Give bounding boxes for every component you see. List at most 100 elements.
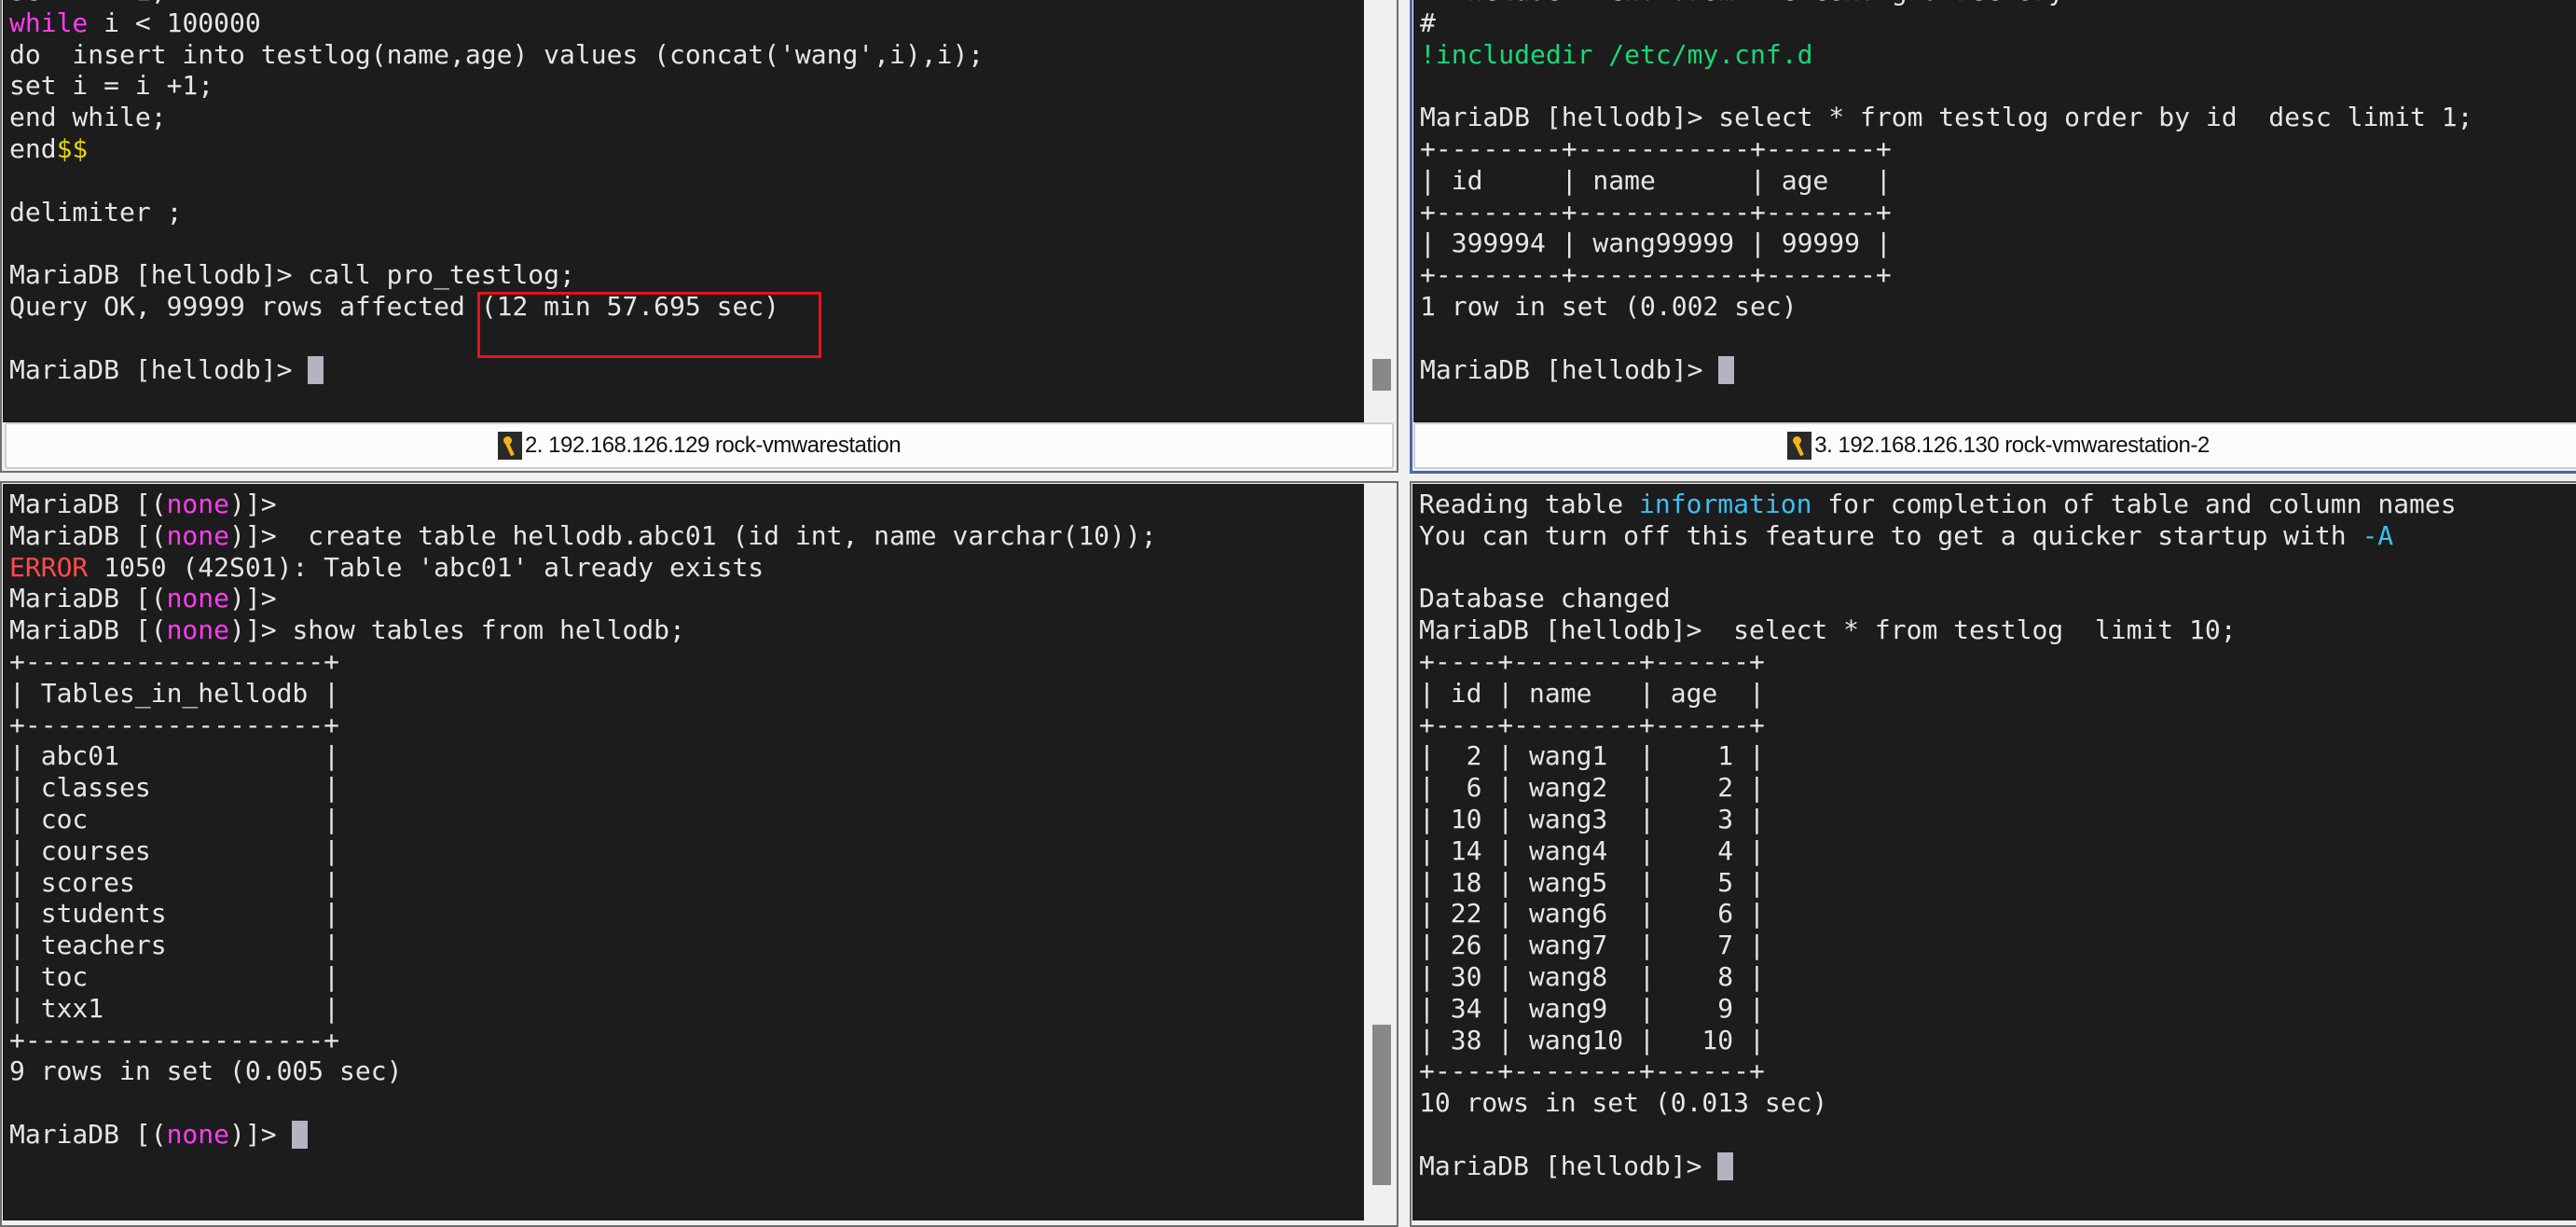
- terminal-top-left[interactable]: set i = 1;while i < 100000do insert into…: [3, 0, 1364, 422]
- terminal-line: 10 rows in set (0.013 sec): [1419, 1087, 2457, 1119]
- terminal-text: Reading table: [1419, 489, 1640, 519]
- text-cursor: [1717, 1151, 1734, 1180]
- terminal-text: | 2 | wang1 | 1 |: [1419, 740, 1765, 772]
- highlighted-text: while: [9, 7, 89, 38]
- terminal-line: set i = i +1;: [9, 70, 984, 102]
- terminal-text: +-------------------+: [9, 1024, 340, 1055]
- terminal-line: | 38 | wang10 | 10 |: [1419, 1025, 2457, 1056]
- terminal-line: end$$: [9, 133, 984, 165]
- highlighted-text: -A: [2362, 519, 2394, 551]
- terminal-line: ERROR 1050 (42S01): Table 'abc01' alread…: [9, 552, 1157, 584]
- terminal-line: | classes |: [9, 772, 1157, 804]
- text-cursor: [308, 355, 324, 384]
- terminal-text: # include *.cnf from the config director…: [1420, 0, 2064, 7]
- terminal-text: | 10 | wang3 | 3 |: [1419, 803, 1765, 834]
- terminal-text: Database changed: [1419, 583, 1671, 614]
- terminal-text: | toc |: [9, 960, 340, 992]
- terminal-line: +----+--------+------+: [1419, 1055, 2457, 1087]
- scroll-thumb[interactable]: [1372, 359, 1391, 391]
- terminal-text: | 38 | wang10 | 10 |: [1419, 1024, 1765, 1055]
- terminal-text: )]>: [229, 489, 277, 519]
- terminal-text: | id | name | age |: [1419, 677, 1765, 709]
- terminal-top-right[interactable]: # include *.cnf from the config director…: [1413, 0, 2576, 422]
- tab-session-2[interactable]: 2. 192.168.126.129 rock-vmwarestation: [5, 422, 1394, 469]
- terminal-text: +--------+-----------+-------+: [1420, 196, 1892, 227]
- terminal-line: MariaDB [hellodb]>: [1419, 1151, 2457, 1182]
- terminal-line: MariaDB [(none)]>: [9, 583, 1157, 614]
- terminal-text: | 399994 | wang99999 | 99999 |: [1420, 227, 1892, 259]
- terminal-text: #: [1420, 7, 1436, 38]
- terminal-line: +-------------------+: [9, 1025, 1157, 1056]
- terminal-line: set i = 1;: [9, 0, 984, 7]
- scrollbar-top-left[interactable]: [1364, 0, 1395, 422]
- scrollbar-bottom-left[interactable]: [1364, 484, 1395, 1220]
- terminal-text: i < 100000: [88, 7, 261, 38]
- terminal-line: #: [1420, 7, 2473, 39]
- terminal-line: | 10 | wang3 | 3 |: [1419, 804, 2457, 835]
- terminal-text: set i = 1;: [9, 0, 167, 7]
- terminal-text: | id | name | age |: [1420, 164, 1892, 196]
- terminal-line: +--------+-----------+-------+: [1420, 259, 2473, 291]
- terminal-text: | 14 | wang4 | 4 |: [1419, 834, 1765, 866]
- terminal-text: delimiter ;: [9, 196, 183, 227]
- terminal-text: | 30 | wang8 | 8 |: [1419, 960, 1765, 992]
- terminal-text: | students |: [9, 898, 340, 930]
- terminal-line: +--------+-----------+-------+: [1420, 133, 2473, 165]
- highlighted-text: none: [166, 519, 230, 551]
- terminal-text: MariaDB [hellodb]>: [9, 353, 309, 385]
- terminal-line: You can turn off this feature to get a q…: [1419, 520, 2457, 552]
- terminal-text: +----+--------+------+: [1419, 709, 1765, 740]
- terminal-line: | scores |: [9, 867, 1157, 899]
- highlighted-text: information: [1639, 489, 1812, 519]
- terminal-line: 9 rows in set (0.005 sec): [9, 1055, 1157, 1087]
- terminal-text: | Tables_in_hellodb |: [9, 677, 340, 709]
- highlighted-text: ERROR: [9, 551, 89, 583]
- terminal-line: MariaDB [hellodb]> call pro_testlog;: [9, 259, 984, 291]
- terminal-bottom-left[interactable]: MariaDB [(none)]> MariaDB [(none)]> creat…: [3, 484, 1364, 1220]
- terminal-line: MariaDB [hellodb]> select * from testlog…: [1419, 614, 2457, 646]
- terminal-text: MariaDB [hellodb]>: [1419, 1150, 1718, 1181]
- terminal-line: | Tables_in_hellodb |: [9, 678, 1157, 710]
- terminal-line: do insert into testlog(name,age) values …: [9, 39, 984, 71]
- terminal-line: MariaDB [(none)]> create table hellodb.a…: [9, 520, 1157, 552]
- terminal-text: +-------------------+: [9, 645, 340, 677]
- terminal-line: | id | name | age |: [1420, 165, 2473, 197]
- highlight-annotation-box: [477, 292, 821, 358]
- terminal-output: MariaDB [(none)]> MariaDB [(none)]> creat…: [9, 489, 1157, 1151]
- terminal-line: MariaDB [hellodb]>: [1420, 354, 2473, 386]
- terminal-line: delimiter ;: [9, 197, 984, 228]
- terminal-line: | 399994 | wang99999 | 99999 |: [1420, 227, 2473, 259]
- highlighted-text: $$: [56, 132, 89, 164]
- terminal-line: | 2 | wang1 | 1 |: [1419, 740, 2457, 772]
- terminal-text: do insert into testlog(name,age) values …: [9, 38, 985, 70]
- terminal-text: +-------------------+: [9, 709, 340, 740]
- tab-session-3[interactable]: 3. 192.168.126.130 rock-vmwarestation-2: [1413, 422, 2576, 469]
- terminal-line: | abc01 |: [9, 740, 1157, 772]
- highlighted-text: none: [166, 1118, 230, 1150]
- terminal-text: set i = i +1;: [9, 70, 214, 102]
- terminal-text: MariaDB [(: [9, 583, 167, 614]
- terminal-line: | txx1 |: [9, 993, 1157, 1025]
- terminal-line: MariaDB [hellodb]> select * from testlog…: [1420, 102, 2473, 133]
- terminal-line: | teachers |: [9, 930, 1157, 961]
- terminal-line: end while;: [9, 102, 984, 133]
- terminal-line: | students |: [9, 898, 1157, 930]
- key-icon: [1787, 432, 1812, 460]
- terminal-line: | id | name | age |: [1419, 678, 2457, 710]
- terminal-bottom-right[interactable]: Reading table information for completion…: [1412, 484, 2576, 1220]
- terminal-text: +--------+-----------+-------+: [1420, 259, 1892, 291]
- scroll-thumb[interactable]: [1372, 1025, 1391, 1185]
- terminal-line: +----+--------+------+: [1419, 710, 2457, 741]
- terminal-line: Database changed: [1419, 583, 2457, 614]
- terminal-line: MariaDB [hellodb]>: [9, 354, 984, 386]
- terminal-line: +--------+-----------+-------+: [1420, 197, 2473, 228]
- text-cursor: [292, 1120, 309, 1149]
- terminal-line: | 30 | wang8 | 8 |: [1419, 961, 2457, 993]
- terminal-text: | scores |: [9, 866, 340, 898]
- terminal-line: | toc |: [9, 961, 1157, 993]
